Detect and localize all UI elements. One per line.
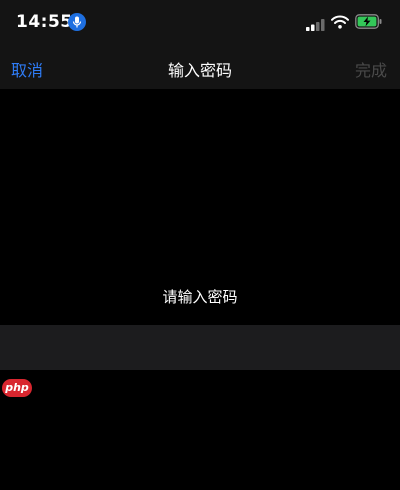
content-area: 请输入密码 <box>0 89 400 490</box>
password-field[interactable] <box>0 325 400 370</box>
page-title: 输入密码 <box>167 61 232 80</box>
php-watermark-logo: php <box>2 379 32 397</box>
status-time: 14:55 <box>16 12 73 32</box>
password-prompt: 请输入密码 <box>162 288 238 306</box>
wifi-icon <box>331 14 349 29</box>
navigation-bar: 取消 输入密码 完成 <box>0 45 400 89</box>
battery-charging-icon <box>355 14 383 29</box>
status-bar: 14:55 <box>0 0 400 45</box>
done-button[interactable]: 完成 <box>355 57 387 81</box>
cellular-signal-icon <box>306 16 326 31</box>
microphone-icon <box>68 13 86 31</box>
